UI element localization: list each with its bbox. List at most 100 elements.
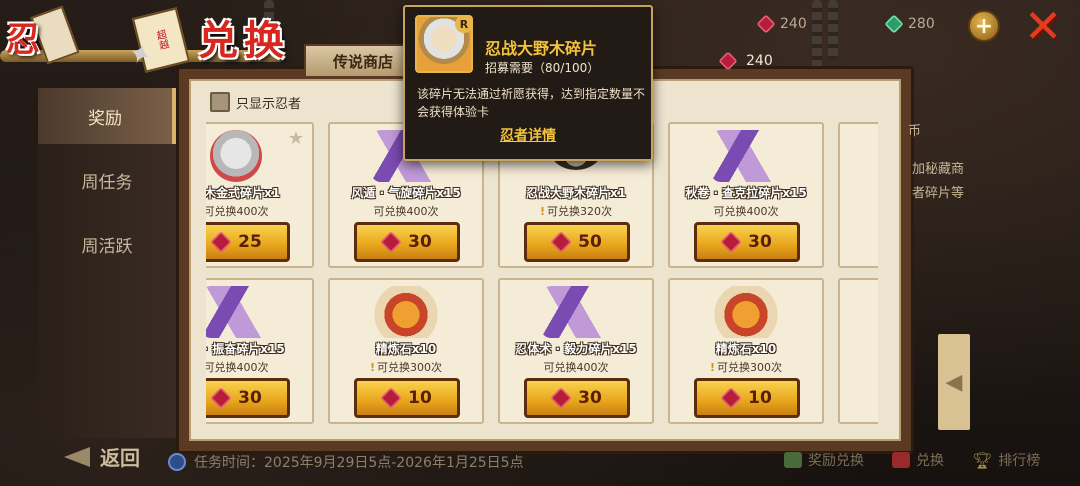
item-limit-text: 可兑换400次 — [206, 205, 269, 218]
item-limit-text: 可兑换320次 — [547, 205, 613, 218]
exchange-icon — [892, 452, 910, 468]
price-value: 50 — [578, 232, 602, 252]
price-value: 10 — [748, 388, 772, 408]
clock-icon — [168, 453, 186, 471]
price-button[interactable]: 30 — [206, 378, 290, 418]
price-button[interactable]: 50 — [524, 222, 630, 262]
currency-red: 240 — [756, 12, 807, 36]
task-time-text: 任务时间：2025年9月29日5点-2026年1月25日5点 — [194, 455, 524, 471]
refine-stone-icon — [371, 286, 441, 338]
peek-line: 币 — [908, 124, 922, 139]
limit-flag-icon: ! — [539, 205, 546, 218]
item-grid: ★ 南木金式碎片x1 可兑换400次 25 风遁 · 气旋碎片x15 可兑换40… — [206, 120, 878, 430]
shop-item-card[interactable]: ★ 南木金式碎片x1 可兑换400次 25 — [206, 122, 314, 268]
nav-item-weekly-task[interactable]: 周任务 — [38, 152, 176, 208]
item-name: 木 · 振奋碎片x15 — [206, 342, 285, 356]
tooltip-description: 该碎片无法通过祈愿获得，达到指定数量不会获得体验卡 — [417, 87, 646, 119]
price-value: 30 — [578, 388, 602, 408]
item-limit: 可兑换400次 — [500, 359, 652, 375]
show-ninja-checkbox[interactable] — [210, 92, 230, 112]
shop-item-card[interactable]: 秋卷 · 查克拉碎片x15 可兑换400次 30 — [668, 122, 824, 268]
price-button[interactable]: 30 — [694, 222, 800, 262]
trophy-icon: 🏆︎ — [972, 450, 993, 470]
item-name: 忍战大野木碎片x1 — [525, 186, 627, 200]
item-limit-text: 可兑换400次 — [373, 205, 439, 218]
price-button[interactable]: 10 — [694, 378, 800, 418]
price-button[interactable]: 30 — [524, 378, 630, 418]
red-gem-icon — [718, 51, 738, 71]
item-name: 精炼石x10 — [715, 342, 777, 356]
red-gem-icon — [550, 231, 572, 253]
bottom-tab-label: 排行榜 — [998, 453, 1041, 469]
red-gem-icon — [756, 14, 776, 34]
limit-flag-icon: ! — [369, 361, 376, 374]
show-ninja-filter[interactable]: 只显示忍者 — [210, 92, 301, 112]
price-button[interactable]: 10 — [354, 378, 460, 418]
tooltip-title: 忍战大野木碎片 — [485, 39, 598, 58]
red-gem-icon — [720, 387, 742, 409]
ninja-details-link[interactable]: 忍者详情 — [405, 125, 651, 145]
currency-green-value: 280 — [908, 16, 935, 32]
title-prefix: 忍 — [6, 20, 40, 60]
scroll-left-arrow-icon[interactable]: ◀ — [938, 334, 970, 430]
red-gem-icon — [210, 387, 232, 409]
peek-line: 者碎片等 — [912, 186, 965, 201]
item-limit: 可兑换400次 — [330, 203, 482, 219]
currency-green: 280 — [884, 12, 935, 36]
red-gem-icon — [550, 387, 572, 409]
star-icon: ★ — [287, 128, 304, 149]
panel-currency: 240 — [718, 50, 773, 72]
chain-decoration — [812, 0, 822, 70]
bottom-tab-label: 奖励兑换 — [808, 453, 864, 469]
shop-item-card[interactable] — [838, 278, 878, 424]
red-gem-icon — [380, 231, 402, 253]
back-arrow-icon — [64, 445, 94, 469]
item-limit: ! 可兑换300次 — [330, 359, 482, 375]
currency-red-value: 240 — [780, 16, 807, 32]
item-limit-text: 可兑换300次 — [717, 361, 783, 374]
price-value: 10 — [408, 388, 432, 408]
nav-item-weekly-active[interactable]: 周活跃 — [38, 216, 176, 272]
red-gem-icon — [720, 231, 742, 253]
tooltip-recruit-requirement: 招募需要（80/100） — [485, 61, 600, 75]
bottom-tab-label: 兑换 — [916, 453, 944, 469]
bottom-tab-ranking[interactable]: 🏆︎ 排行榜 — [972, 450, 1040, 470]
shop-item-card[interactable]: 精炼石x10 ! 可兑换300次 10 — [328, 278, 484, 424]
item-limit: 可兑换400次 — [670, 203, 822, 219]
shop-item-card[interactable]: 精炼石x10 ! 可兑换300次 10 — [668, 278, 824, 424]
item-limit-text: 可兑换400次 — [543, 361, 609, 374]
close-button[interactable]: ✕ — [1018, 3, 1068, 49]
item-name: 南木金式碎片x1 — [206, 186, 281, 200]
price-button[interactable]: 25 — [206, 222, 290, 262]
item-name: 忍体术 · 毅力碎片x15 — [515, 342, 637, 356]
reward-icon — [784, 452, 802, 468]
green-gem-icon — [884, 14, 904, 34]
shop-item-card[interactable]: 木 · 振奋碎片x15 可兑换400次 30 — [206, 278, 314, 424]
item-limit: ! 可兑换300次 — [670, 359, 822, 375]
bottom-tab-reward-exchange[interactable]: 奖励兑换 — [784, 450, 864, 470]
item-limit: 可兑换400次 — [206, 203, 312, 219]
rarity-badge: R — [455, 15, 473, 33]
item-name: 秋卷 · 查克拉碎片x15 — [685, 186, 807, 200]
show-ninja-label: 只显示忍者 — [236, 96, 302, 112]
panel-currency-value: 240 — [746, 53, 773, 69]
item-name: 风遁 · 气旋碎片x15 — [351, 186, 461, 200]
background-panel-text: 币 加秘藏商 者碎片等 — [868, 100, 1080, 210]
back-button[interactable]: 返回 — [64, 442, 140, 471]
add-currency-button[interactable]: + — [968, 10, 1000, 42]
scroll-icon — [206, 286, 271, 338]
item-limit: ! 可兑换320次 — [500, 203, 652, 219]
ninja-portrait-icon — [210, 130, 262, 182]
price-button[interactable]: 30 — [354, 222, 460, 262]
nav-item-reward[interactable]: 奖励 — [38, 88, 176, 144]
red-gem-icon — [380, 387, 402, 409]
price-value: 25 — [238, 232, 262, 252]
price-value: 30 — [238, 388, 262, 408]
shop-item-card[interactable]: 忍体术 · 毅力碎片x15 可兑换400次 30 — [498, 278, 654, 424]
price-value: 30 — [748, 232, 772, 252]
bottom-tab-exchange[interactable]: 兑换 — [892, 450, 944, 470]
price-value: 30 — [408, 232, 432, 252]
item-limit-text: 可兑换400次 — [713, 205, 779, 218]
refine-stone-icon — [711, 286, 781, 338]
bottom-bar: 返回 任务时间：2025年9月29日5点-2026年1月25日5点 奖励兑换 兑… — [0, 440, 1080, 486]
